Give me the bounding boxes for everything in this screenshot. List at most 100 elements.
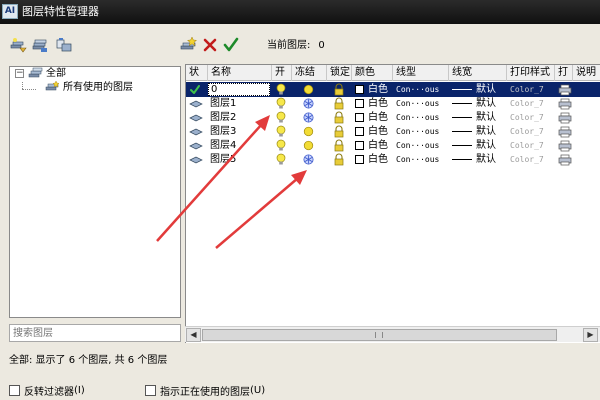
- lineweight-sample: [452, 89, 472, 90]
- on-bulb-icon[interactable]: [276, 82, 290, 97]
- layer-plot-style[interactable]: Color_7: [510, 138, 554, 153]
- layer-states-icon[interactable]: [55, 36, 73, 54]
- plot-printer-icon[interactable]: [558, 152, 572, 167]
- indicate-in-use-checkbox[interactable]: 指示正在使用的图层 (U): [145, 383, 265, 398]
- on-bulb-icon[interactable]: [276, 138, 290, 153]
- thawed-sun-icon[interactable]: [302, 82, 318, 97]
- layer-name[interactable]: 图层1: [208, 96, 270, 111]
- plot-printer-icon[interactable]: [558, 82, 572, 97]
- layer-row[interactable]: 0 白色 Con···ous 默认 Color_7: [186, 82, 600, 97]
- layer-lineweight[interactable]: 默认: [452, 110, 506, 125]
- layer-color[interactable]: 白色: [355, 124, 393, 139]
- plot-printer-icon[interactable]: [558, 138, 572, 153]
- col-lineweight[interactable]: 线宽: [449, 65, 507, 81]
- thawed-sun-icon[interactable]: [302, 138, 318, 153]
- plot-printer-icon[interactable]: [558, 110, 572, 125]
- layer-plot-style[interactable]: Color_7: [510, 82, 554, 97]
- thawed-sun-icon[interactable]: [302, 124, 318, 139]
- layer-row[interactable]: 图层1 白色 Con···ous 默认 Color_7: [186, 96, 600, 111]
- layer-color[interactable]: 白色: [355, 138, 393, 153]
- layer-name[interactable]: 图层3: [208, 124, 270, 139]
- layer-linetype[interactable]: Con···ous: [396, 110, 448, 125]
- scrollbar-thumb[interactable]: [202, 329, 557, 341]
- col-plot-style[interactable]: 打印样式: [507, 65, 555, 81]
- layer-lineweight[interactable]: 默认: [452, 96, 506, 111]
- layer-lineweight[interactable]: 默认: [452, 124, 506, 139]
- plot-printer-icon[interactable]: [558, 124, 572, 139]
- layer-lineweight[interactable]: 默认: [452, 152, 506, 167]
- frozen-snowflake-icon[interactable]: [302, 96, 318, 111]
- layer-name[interactable]: 图层5: [208, 152, 270, 167]
- tree-node-used-layers[interactable]: 所有使用的图层: [63, 82, 133, 94]
- layer-linetype[interactable]: Con···ous: [396, 82, 448, 97]
- scroll-left-arrow[interactable]: ◀: [186, 328, 201, 342]
- tree-node-all[interactable]: 全部: [46, 68, 66, 80]
- unlocked-lock-icon[interactable]: [333, 152, 347, 167]
- layer-linetype[interactable]: Con···ous: [396, 96, 448, 111]
- unlocked-lock-icon[interactable]: [333, 124, 347, 139]
- on-bulb-icon[interactable]: [276, 152, 290, 167]
- current-layer-check-icon[interactable]: [189, 82, 207, 97]
- layer-row[interactable]: 图层5 白色 Con···ous 默认 Color_7: [186, 152, 600, 167]
- col-color[interactable]: 颜色: [352, 65, 393, 81]
- layer-color[interactable]: 白色: [355, 152, 393, 167]
- layer-linetype[interactable]: Con···ous: [396, 138, 448, 153]
- layer-plot-style[interactable]: Color_7: [510, 110, 554, 125]
- layer-linetype[interactable]: Con···ous: [396, 124, 448, 139]
- title-bar[interactable]: AI 图层特性管理器: [0, 0, 600, 24]
- layer-lineweight[interactable]: 默认: [452, 138, 506, 153]
- on-bulb-icon[interactable]: [276, 124, 290, 139]
- layer-row[interactable]: 图层3 白色 Con···ous 默认 Color_7: [186, 124, 600, 139]
- layer-lineweight[interactable]: 默认: [452, 82, 506, 97]
- layer-plot-style[interactable]: Color_7: [510, 152, 554, 167]
- col-linetype[interactable]: 线型: [393, 65, 449, 81]
- layer-color[interactable]: 白色: [355, 110, 393, 125]
- filter-tree-panel[interactable]: [9, 66, 181, 318]
- layer-name[interactable]: 图层4: [208, 138, 270, 153]
- indicate-in-use-box[interactable]: [145, 385, 156, 396]
- delete-layer-icon[interactable]: [201, 36, 219, 54]
- horizontal-scrollbar[interactable]: ◀ ▶: [185, 326, 600, 342]
- app-icon: AI: [2, 4, 18, 19]
- tree-collapse-toggle[interactable]: −: [15, 69, 24, 78]
- layer-status-icon[interactable]: [189, 138, 207, 153]
- layer-linetype[interactable]: Con···ous: [396, 152, 448, 167]
- layer-plot-style[interactable]: Color_7: [510, 96, 554, 111]
- layer-color[interactable]: 白色: [355, 96, 393, 111]
- frozen-snowflake-icon[interactable]: [302, 152, 318, 167]
- layer-row[interactable]: 图层2 白色 Con···ous 默认 Color_7: [186, 110, 600, 125]
- unlocked-lock-icon[interactable]: [333, 138, 347, 153]
- set-current-icon[interactable]: [222, 36, 240, 54]
- layer-row[interactable]: 图层4 白色 Con···ous 默认 Color_7: [186, 138, 600, 153]
- col-name[interactable]: 名称: [208, 65, 272, 81]
- col-status[interactable]: 状: [186, 65, 208, 81]
- layer-status-icon[interactable]: [189, 152, 207, 167]
- invert-filter-box[interactable]: [9, 385, 20, 396]
- new-layer-icon[interactable]: [180, 36, 198, 54]
- unlocked-lock-icon[interactable]: [333, 110, 347, 125]
- layer-status-icon[interactable]: [189, 110, 207, 125]
- col-lock[interactable]: 锁定: [327, 65, 352, 81]
- layer-status-icon[interactable]: [189, 124, 207, 139]
- layer-name[interactable]: 图层2: [208, 110, 270, 125]
- col-freeze[interactable]: 冻结: [292, 65, 327, 81]
- on-bulb-icon[interactable]: [276, 110, 290, 125]
- layer-filter-new-icon[interactable]: [10, 36, 28, 54]
- invert-filter-checkbox[interactable]: 反转过滤器 (I): [9, 383, 85, 398]
- layer-status-icon[interactable]: [189, 96, 207, 111]
- scroll-right-arrow[interactable]: ▶: [583, 328, 598, 342]
- on-bulb-icon[interactable]: [276, 96, 290, 111]
- frozen-snowflake-icon[interactable]: [302, 110, 318, 125]
- layer-group-filter-icon[interactable]: [31, 36, 49, 54]
- layer-list[interactable]: 状 名称 开 冻结 锁定 颜色 线型 线宽 打印样式 打 说明 0 白色 Con··…: [185, 64, 600, 343]
- col-plot[interactable]: 打: [555, 65, 573, 81]
- plot-printer-icon[interactable]: [558, 96, 572, 111]
- layer-color[interactable]: 白色: [355, 82, 393, 97]
- unlocked-lock-icon[interactable]: [333, 82, 347, 97]
- unlocked-lock-icon[interactable]: [333, 96, 347, 111]
- col-description[interactable]: 说明: [573, 65, 600, 81]
- col-on[interactable]: 开: [272, 65, 292, 81]
- layer-plot-style[interactable]: Color_7: [510, 124, 554, 139]
- layer-name[interactable]: 0: [208, 83, 270, 96]
- search-layers-input[interactable]: [9, 324, 181, 342]
